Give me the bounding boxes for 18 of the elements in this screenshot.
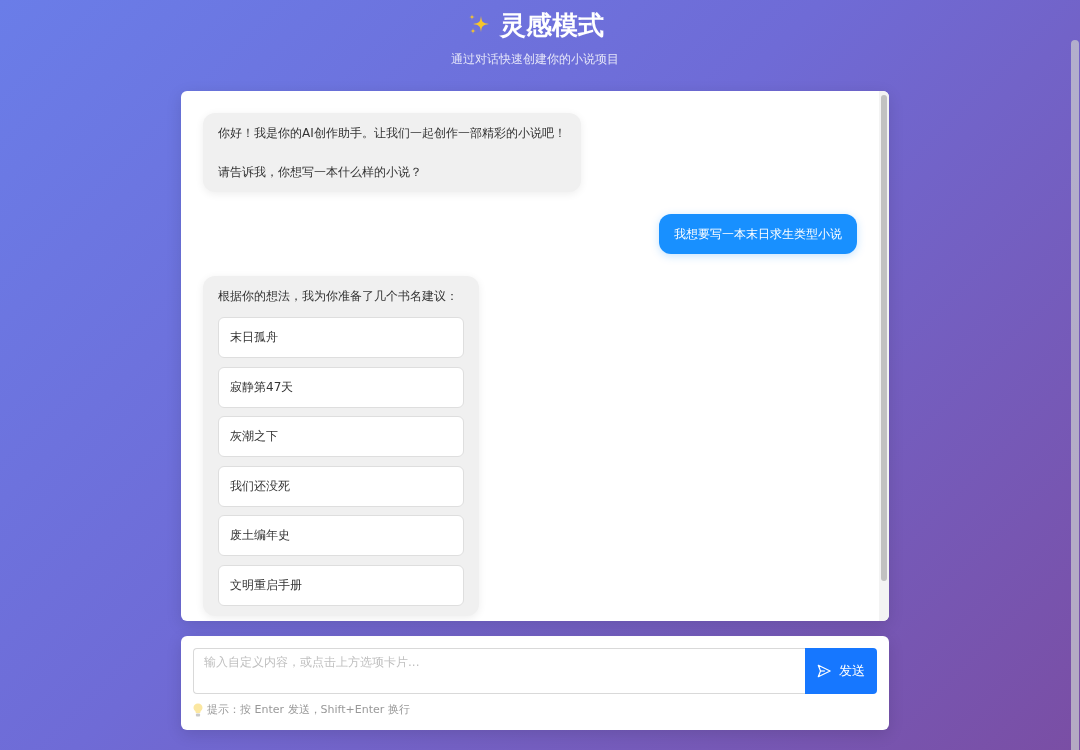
page-scrollbar[interactable] (1071, 40, 1079, 750)
title-option-card[interactable]: 废土编年史 (218, 515, 464, 556)
send-button[interactable]: 发送 (805, 648, 877, 694)
title-option-card[interactable]: 我们还没死 (218, 465, 464, 507)
message-text: 我想要写一本末日求生类型小说 (674, 226, 842, 243)
title-option-card[interactable]: 末日孤舟 (218, 317, 464, 358)
title-option-card[interactable]: 文明重启手册 (218, 564, 464, 606)
message-text: 你好！我是你的AI创作助手。让我们一起创作一部精彩的小说吧！ (218, 125, 566, 142)
send-icon (817, 664, 831, 678)
page-title: 灵感模式 (499, 9, 604, 42)
lightbulb-icon (193, 703, 203, 717)
scrollbar-thumb[interactable] (881, 95, 887, 581)
hint-text: 提示：按 Enter 发送，Shift+Enter 换行 (207, 702, 410, 718)
message-text: 请告诉我，你想写一本什么样的小说？ (218, 164, 423, 181)
page-subtitle: 通过对话快速创建你的小说项目 (451, 51, 619, 67)
title-option-card[interactable]: 灰潮之下 (218, 416, 464, 457)
title-option-card[interactable]: 寂静第47天 (218, 366, 464, 408)
message-text: 根据你的想法，我为你准备了几个书名建议： (218, 288, 459, 305)
